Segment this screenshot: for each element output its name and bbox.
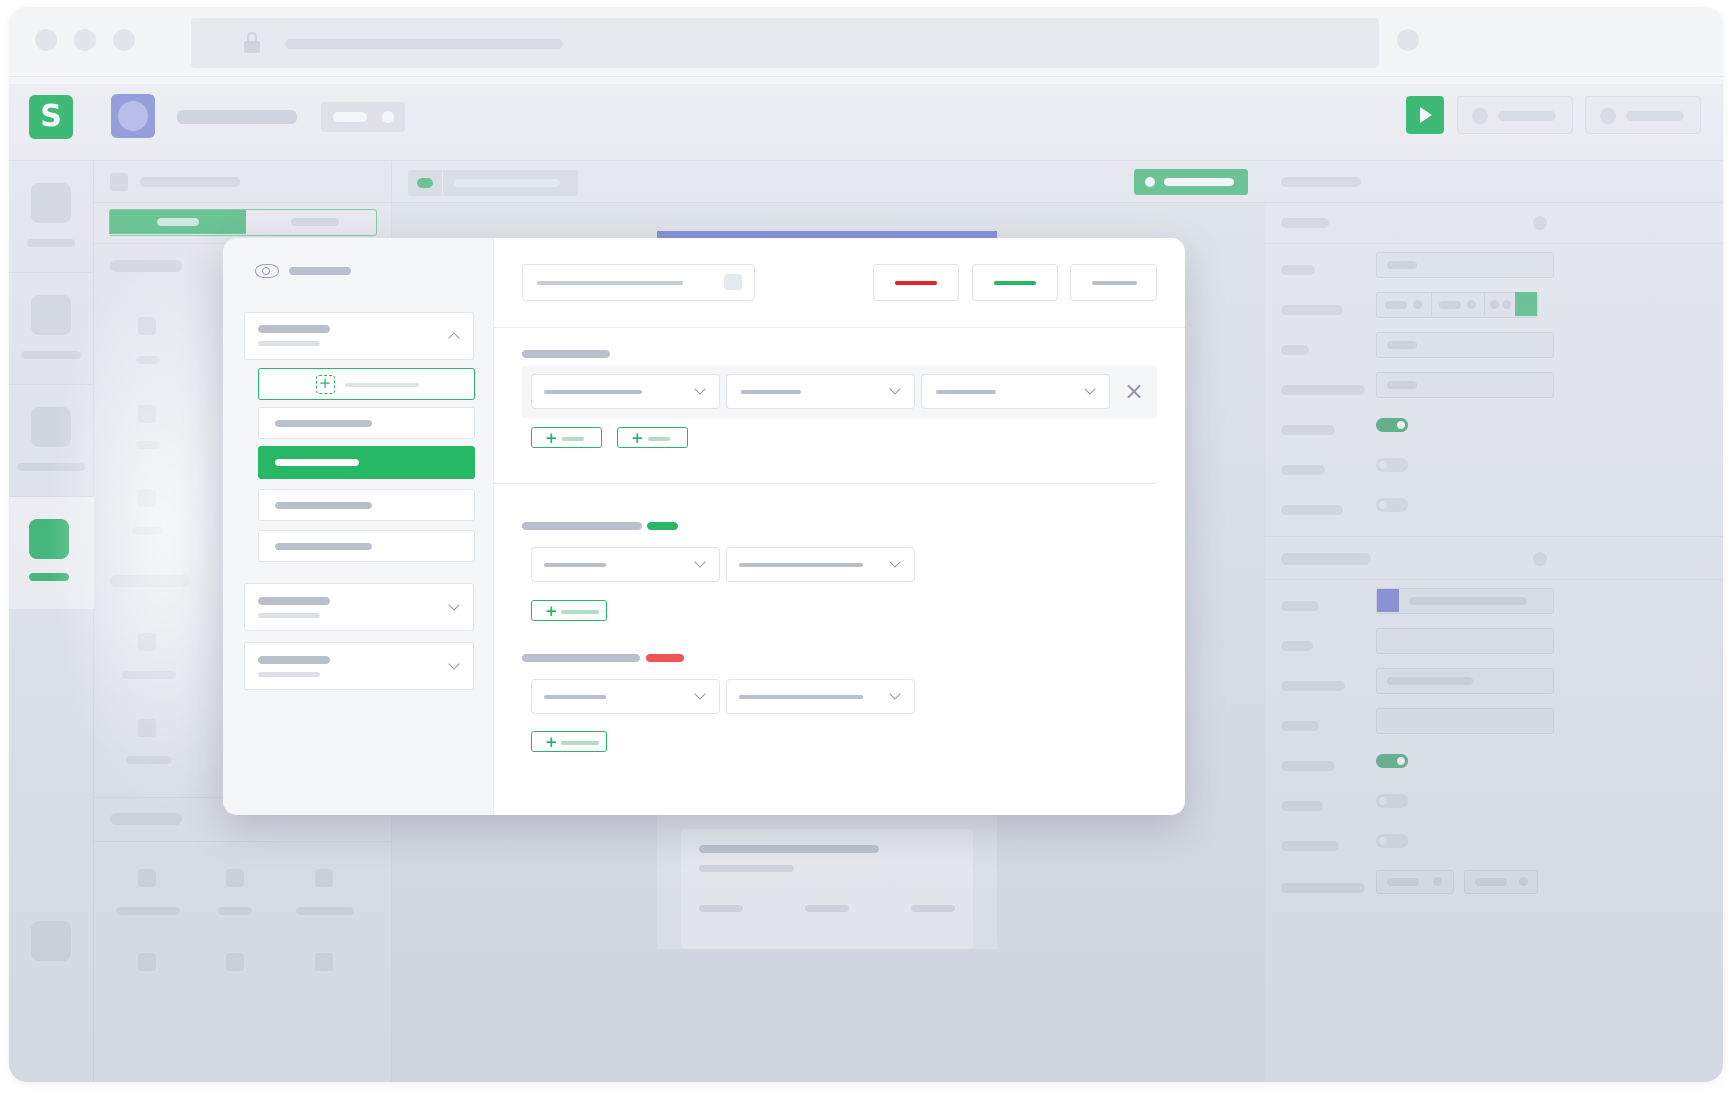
header-action-2[interactable] — [1585, 96, 1701, 134]
add-action-button[interactable]: + — [531, 600, 607, 621]
app-header: S — [9, 77, 1723, 161]
prop-toggle-3[interactable] — [1376, 498, 1408, 512]
logo-letter: S — [40, 99, 62, 134]
sidebar-item-1[interactable] — [258, 407, 475, 439]
chevron-up-icon — [448, 332, 460, 344]
layers-tabs[interactable] — [109, 209, 377, 236]
section-2-tag — [647, 522, 678, 530]
prop-toggle-4[interactable] — [1376, 754, 1408, 768]
address-bar[interactable] — [191, 18, 1379, 68]
modal-sidebar: + — [223, 238, 494, 815]
lock-icon — [244, 32, 260, 54]
window-maximize-dot[interactable] — [113, 29, 135, 51]
condition-select-3[interactable] — [921, 374, 1110, 409]
add-and-button[interactable]: + — [531, 427, 602, 448]
prop-toggle-5[interactable] — [1376, 794, 1408, 808]
prop-image-field[interactable] — [1376, 588, 1554, 614]
prop-field-4[interactable] — [1376, 628, 1554, 654]
delete-button[interactable] — [873, 264, 959, 301]
prop-field-5[interactable] — [1376, 668, 1554, 694]
window-minimize-dot[interactable] — [74, 29, 96, 51]
prop-chip-2[interactable] — [1464, 870, 1538, 894]
prop-field-2[interactable] — [1376, 332, 1554, 358]
close-icon[interactable]: × — [1124, 378, 1144, 404]
chevron-down-icon — [694, 688, 706, 700]
url-placeholder — [285, 39, 563, 49]
section-1-title — [522, 350, 610, 358]
else-select-2[interactable] — [726, 679, 915, 714]
canvas-page-selector[interactable] — [408, 170, 578, 196]
dashed-plus-icon: + — [316, 374, 335, 394]
window-close-dot[interactable] — [35, 29, 57, 51]
modal-main: × + + + + — [494, 238, 1185, 815]
chevron-down-icon — [889, 556, 901, 568]
play-icon — [1420, 107, 1432, 123]
prop-toggle-1[interactable] — [1376, 418, 1408, 432]
project-avatar[interactable] — [111, 94, 155, 138]
add-else-action-button[interactable]: + — [531, 731, 607, 752]
sidebar-item-4[interactable] — [258, 530, 475, 562]
rules-modal: + × + + + + — [223, 238, 1185, 815]
section-3-tag — [646, 654, 684, 662]
sidebar-item-3[interactable] — [258, 489, 475, 521]
prop-field-3[interactable] — [1376, 372, 1554, 398]
save-button[interactable] — [972, 264, 1058, 301]
prop-segmented[interactable] — [1376, 292, 1538, 318]
action-select-2[interactable] — [726, 547, 915, 582]
chevron-down-icon — [694, 383, 706, 395]
sidebar-item-active[interactable] — [258, 446, 475, 479]
eye-icon[interactable] — [255, 264, 279, 278]
browser-menu-dot[interactable] — [1397, 29, 1419, 51]
condition-select-1[interactable] — [531, 374, 720, 409]
sidebar-title — [289, 267, 351, 275]
layers-tab-active[interactable] — [110, 210, 246, 234]
sidebar-group-1[interactable] — [244, 312, 474, 360]
prop-chip-1[interactable] — [1376, 870, 1454, 894]
project-status-chip[interactable] — [321, 102, 405, 132]
title-bar — [9, 7, 1723, 77]
project-name — [177, 110, 297, 124]
rail-item-1[interactable] — [9, 161, 94, 273]
layers-tab-inactive[interactable] — [291, 218, 339, 226]
sidebar-group-3[interactable] — [244, 642, 474, 690]
rail-item-bottom[interactable] — [31, 921, 71, 961]
play-button[interactable] — [1406, 96, 1444, 134]
sidebar-add-item[interactable]: + — [258, 368, 475, 400]
cancel-button[interactable] — [1070, 264, 1157, 301]
app-logo[interactable]: S — [29, 95, 73, 139]
chevron-down-icon — [889, 383, 901, 395]
action-select-1[interactable] — [531, 547, 720, 582]
chevron-down-icon — [448, 658, 460, 670]
chevron-down-icon — [1084, 383, 1096, 395]
condition-row: × — [522, 366, 1157, 418]
chevron-down-icon — [694, 556, 706, 568]
chevron-down-icon — [448, 599, 460, 611]
else-select-1[interactable] — [531, 679, 720, 714]
sidebar-group-2[interactable] — [244, 583, 474, 631]
section-2-title — [522, 522, 642, 530]
prop-toggle-6[interactable] — [1376, 834, 1408, 848]
prop-field-1[interactable] — [1376, 252, 1554, 278]
add-or-button[interactable]: + — [617, 427, 688, 448]
chevron-down-icon — [889, 688, 901, 700]
rule-name-input[interactable] — [522, 264, 755, 301]
prop-field-6[interactable] — [1376, 708, 1554, 734]
prop-color-swatch-green[interactable] — [1515, 292, 1537, 316]
canvas-publish-button[interactable] — [1134, 169, 1248, 195]
condition-select-2[interactable] — [726, 374, 915, 409]
prop-toggle-2[interactable] — [1376, 458, 1408, 472]
section-3-title — [522, 654, 640, 662]
header-action-1[interactable] — [1457, 96, 1573, 134]
